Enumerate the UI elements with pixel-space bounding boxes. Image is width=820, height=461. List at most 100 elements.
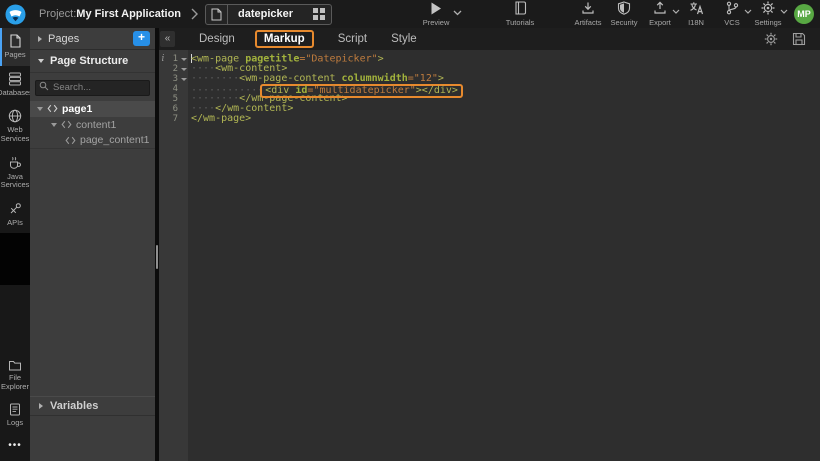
line-number: 5 — [167, 94, 180, 104]
tutorials-button[interactable]: Tutorials — [502, 1, 538, 27]
settings-button[interactable]: Settings — [750, 1, 786, 27]
security-label: Security — [610, 18, 637, 27]
caret-down-icon — [38, 59, 44, 63]
export-label: Export — [649, 18, 671, 27]
variables-section-header[interactable]: Variables — [30, 396, 155, 416]
gutter-row[interactable]: 6 — [159, 104, 188, 114]
editor-tabs-bar: « Design Markup Script Style — [159, 28, 820, 50]
sidebar-item-databases[interactable]: Databases — [0, 66, 30, 104]
logs-icon — [9, 403, 21, 416]
code-lines[interactable]: <wm-page pagetitle="Datepicker">····<wm-… — [188, 50, 820, 461]
tree-item-page1[interactable]: page1 — [30, 101, 155, 117]
editor-settings-button[interactable] — [764, 32, 778, 46]
widget-code-icon — [47, 104, 58, 113]
fold-arrow-icon — [181, 78, 187, 81]
pages-panel-header[interactable]: Pages + — [30, 28, 155, 50]
tree-item-content1[interactable]: content1 — [30, 117, 155, 133]
line-number: 6 — [167, 104, 180, 114]
export-button[interactable]: Export — [642, 1, 678, 27]
tree-item-page-content1[interactable]: page_content1 — [30, 133, 155, 149]
tab-style[interactable]: Style — [391, 31, 417, 47]
preview-button[interactable]: Preview — [418, 2, 454, 27]
upload-icon — [653, 1, 667, 15]
fold-toggle[interactable] — [180, 58, 188, 61]
security-button[interactable]: Security — [606, 1, 642, 27]
branch-icon — [725, 1, 739, 15]
project-breadcrumb: Project:My First Application — [39, 8, 181, 20]
code-line[interactable]: ········<wm-page-content columnwidth="12… — [191, 74, 820, 84]
gutter-info-icon: i — [159, 54, 167, 64]
caret-right-icon — [39, 403, 43, 409]
gutter-row[interactable]: 4 — [159, 84, 188, 94]
app-logo[interactable] — [0, 4, 30, 25]
sidebar-item-web-services[interactable]: Web Services — [0, 103, 30, 149]
fold-arrow-icon — [181, 68, 187, 71]
tree-item-label: page1 — [62, 103, 92, 115]
search-box — [30, 73, 155, 101]
sidebar-item-file-explorer[interactable]: File Explorer — [0, 353, 30, 397]
download-icon — [581, 1, 595, 15]
tab-design[interactable]: Design — [199, 31, 235, 47]
page-structure-header[interactable]: Page Structure — [30, 50, 155, 73]
page-structure-label: Page Structure — [50, 55, 128, 67]
sidebar-item-logs[interactable]: Logs — [0, 397, 30, 434]
tree-item-label: page_content1 — [80, 134, 149, 146]
caret-down-icon[interactable] — [37, 107, 43, 111]
folder-icon — [8, 359, 22, 371]
collapse-panel-button[interactable]: « — [160, 31, 175, 47]
line-number: 1 — [167, 54, 180, 64]
sidebar-item-pages[interactable]: Pages — [0, 28, 30, 66]
fold-toggle[interactable] — [180, 68, 188, 71]
panel-divider[interactable] — [155, 28, 159, 461]
databases-icon — [8, 72, 22, 86]
fold-toggle[interactable] — [180, 78, 188, 81]
page-tab-datepicker[interactable]: datepicker — [205, 4, 332, 25]
scrollbar-thumb[interactable] — [156, 245, 158, 269]
sidebar-item-label: Logs — [7, 419, 23, 428]
save-button[interactable] — [792, 32, 806, 46]
tab-markup[interactable]: Markup — [255, 30, 314, 48]
artifacts-button[interactable]: Artifacts — [570, 1, 606, 27]
project-name: My First Application — [76, 8, 181, 20]
tree-item-label: content1 — [76, 119, 116, 131]
chevron-down-icon[interactable] — [780, 9, 788, 14]
chevron-down-icon[interactable] — [453, 10, 462, 16]
topbar-right-tools: Artifacts Security Export I18N VCS Setti… — [570, 1, 814, 27]
sidebar-item-java-services[interactable]: Java Services — [0, 150, 30, 196]
widget-code-icon — [61, 120, 72, 129]
grid-icon[interactable] — [307, 5, 331, 24]
caret-down-icon[interactable] — [51, 123, 57, 127]
line-number: 3 — [167, 74, 180, 84]
vcs-button[interactable]: VCS — [714, 1, 750, 27]
user-avatar[interactable]: MP — [794, 4, 814, 24]
play-icon — [430, 2, 442, 15]
code-line[interactable]: ············<div id="multidatepicker"></… — [191, 84, 820, 94]
gutter-row[interactable]: 2 — [159, 64, 188, 74]
tutorials-icon — [514, 1, 527, 15]
sidebar-item-label: Java Services — [1, 173, 30, 190]
widget-code-icon — [65, 136, 76, 145]
page-tab-label: datepicker — [228, 5, 307, 24]
search-input[interactable] — [35, 80, 150, 96]
gutter-row[interactable]: i1 — [159, 54, 188, 64]
sidebar-item-apis[interactable]: APIs — [0, 196, 30, 234]
pages-icon — [9, 34, 22, 48]
gear-icon — [761, 1, 775, 15]
coffee-icon — [8, 156, 22, 170]
tab-script[interactable]: Script — [338, 31, 367, 47]
left-icon-rail: Pages Databases Web Services Java Servic… — [0, 28, 30, 461]
add-page-button[interactable]: + — [133, 31, 150, 46]
gutter-row[interactable]: 7 — [159, 114, 188, 124]
code-line[interactable]: ····</wm-content> — [191, 104, 820, 114]
search-icon — [39, 81, 49, 91]
gutter-row[interactable]: 3 — [159, 74, 188, 84]
line-number: 4 — [167, 84, 180, 94]
more-options-button[interactable]: ••• — [0, 434, 30, 461]
i18n-button[interactable]: I18N — [678, 1, 714, 27]
pages-panel: Pages + Page Structure page1 content1 pa… — [30, 28, 155, 461]
project-label: Project: — [39, 8, 76, 20]
apis-icon — [8, 202, 22, 216]
gutter-row[interactable]: 5 — [159, 94, 188, 104]
code-area[interactable]: i1234567 <wm-page pagetitle="Datepicker"… — [159, 50, 820, 461]
code-line[interactable]: </wm-page> — [191, 114, 820, 124]
